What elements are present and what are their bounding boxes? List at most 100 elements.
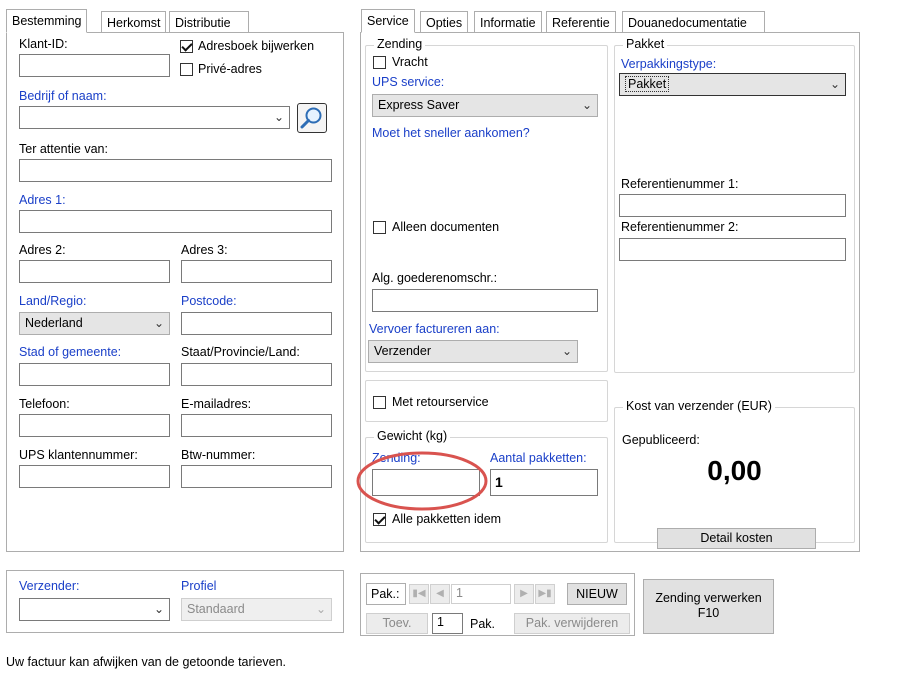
chevron-down-icon: ⌄: [315, 602, 326, 616]
profiel-label: Profiel: [181, 579, 217, 593]
bedrijf-label: Bedrijf of naam:: [19, 89, 107, 103]
bedrijf-combo[interactable]: ⌄: [19, 106, 290, 129]
email-input[interactable]: [181, 414, 332, 437]
verpakkingstype-value: Pakket: [625, 76, 670, 92]
ups-klantennummer-input[interactable]: [19, 465, 170, 488]
postcode-input[interactable]: [181, 312, 332, 335]
alleen-documenten-checkbox[interactable]: [373, 221, 386, 234]
last-page-icon[interactable]: ▶▮: [535, 584, 555, 604]
alle-pakketten-idem-checkbox[interactable]: [373, 513, 386, 526]
gewicht-group-title: Gewicht (kg): [374, 429, 451, 444]
zending-verwerken-shortcut: F10: [697, 606, 720, 620]
prive-adres-label: Privé-adres: [198, 62, 262, 76]
land-value: Nederland: [25, 316, 83, 330]
klant-id-input[interactable]: [19, 54, 170, 77]
first-page-icon[interactable]: ▮◀: [409, 584, 429, 604]
telefoon-input[interactable]: [19, 414, 170, 437]
land-select[interactable]: Nederland ⌄: [19, 312, 170, 335]
cost-amount: 0,00: [707, 455, 762, 486]
highlight-circle: [356, 451, 488, 511]
goederen-input[interactable]: [372, 289, 598, 312]
ref1-input[interactable]: [619, 194, 846, 217]
vervoer-value: Verzender: [374, 344, 431, 358]
pak-number-input[interactable]: 1: [451, 584, 511, 604]
goederen-label: Alg. goederenomschr.:: [372, 271, 498, 285]
ups-service-value: Express Saver: [378, 98, 460, 112]
next-icon[interactable]: ▶: [514, 584, 534, 604]
adres3-input[interactable]: [181, 260, 332, 283]
btw-input[interactable]: [181, 465, 332, 488]
pak-verwijderen-button[interactable]: Pak. verwijderen: [514, 613, 630, 634]
zending-group-title: Zending: [374, 37, 426, 52]
profiel-value: Standaard: [187, 602, 245, 616]
vervoer-select[interactable]: Verzender ⌄: [368, 340, 578, 363]
stad-label: Stad of gemeente:: [19, 345, 122, 359]
zending-verwerken-label: Zending verwerken: [655, 591, 762, 605]
zending-verwerken-button[interactable]: Zending verwerken F10: [643, 579, 774, 634]
ups-service-label: UPS service:: [372, 75, 445, 89]
retourservice-label: Met retourservice: [392, 395, 489, 409]
nieuw-button[interactable]: NIEUW: [567, 583, 627, 605]
tab-informatie[interactable]: Informatie: [474, 11, 542, 33]
chevron-down-icon: ⌄: [153, 602, 164, 616]
klant-id-label: Klant-ID:: [19, 37, 68, 51]
alle-pakketten-idem-label: Alle pakketten idem: [392, 512, 502, 526]
kost-group-title: Kost van verzender (EUR): [623, 399, 775, 414]
ref1-label: Referentienummer 1:: [621, 177, 739, 191]
stad-input[interactable]: [19, 363, 170, 386]
vracht-checkbox[interactable]: [373, 56, 386, 69]
land-label: Land/Regio:: [19, 294, 87, 308]
tab-herkomst[interactable]: Herkomst: [101, 11, 167, 33]
alleen-documenten-label: Alleen documenten: [392, 220, 500, 234]
verpakkingstype-label: Verpakkingstype:: [621, 57, 717, 71]
vervoer-label: Vervoer factureren aan:: [369, 322, 500, 336]
tab-service[interactable]: Service: [361, 9, 415, 33]
adresboek-checkbox[interactable]: [180, 40, 193, 53]
pak-label-box: Pak.:: [366, 583, 406, 605]
adres2-input[interactable]: [19, 260, 170, 283]
attentie-label: Ter attentie van:: [19, 142, 108, 156]
tab-douanedocumentatie[interactable]: Douanedocumentatie: [622, 11, 765, 33]
ups-klantennummer-label: UPS klantennummer:: [19, 448, 138, 462]
pak-count-input[interactable]: 1: [432, 613, 463, 634]
btw-label: Btw-nummer:: [181, 448, 256, 462]
adres1-input[interactable]: [19, 210, 332, 233]
staat-input[interactable]: [181, 363, 332, 386]
prive-adres-checkbox[interactable]: [180, 63, 193, 76]
gepubliceerd-label: Gepubliceerd:: [622, 433, 700, 447]
telefoon-label: Telefoon:: [19, 397, 70, 411]
profiel-select[interactable]: Standaard ⌄: [181, 598, 332, 621]
toev-button[interactable]: Toev.: [366, 613, 428, 634]
chevron-down-icon: ⌄: [153, 316, 164, 330]
verpakkingstype-select[interactable]: Pakket ⌄: [619, 73, 846, 96]
chevron-down-icon: ⌄: [561, 344, 572, 358]
footer-note: Uw factuur kan afwijken van de getoonde …: [6, 655, 287, 669]
chevron-down-icon: ⌄: [829, 77, 840, 91]
prev-icon[interactable]: ◀: [430, 584, 450, 604]
chevron-down-icon: ⌄: [273, 110, 284, 124]
search-button[interactable]: [297, 103, 327, 133]
aantal-pakketten-label: Aantal pakketten:: [490, 451, 587, 465]
ref2-input[interactable]: [619, 238, 846, 261]
adres1-label: Adres 1:: [19, 193, 66, 207]
verzender-label: Verzender:: [19, 579, 80, 593]
tab-distributie[interactable]: Distributie: [169, 11, 249, 33]
verzender-select[interactable]: ⌄: [19, 598, 170, 621]
staat-label: Staat/Provincie/Land:: [181, 345, 300, 359]
vracht-label: Vracht: [392, 55, 428, 69]
adres2-label: Adres 2:: [19, 243, 66, 257]
adresboek-label: Adresboek bijwerken: [198, 39, 315, 53]
retourservice-checkbox[interactable]: [373, 396, 386, 409]
attentie-input[interactable]: [19, 159, 332, 182]
email-label: E-mailadres:: [181, 397, 252, 411]
tab-opties[interactable]: Opties: [420, 11, 469, 33]
tab-bestemming[interactable]: Bestemming: [6, 9, 88, 33]
ref2-label: Referentienummer 2:: [621, 220, 739, 234]
detail-kosten-button[interactable]: Detail kosten: [657, 528, 816, 549]
magnifier-icon: [300, 107, 322, 129]
sneller-link[interactable]: Moet het sneller aankomen?: [372, 126, 530, 141]
tab-referentie[interactable]: Referentie: [546, 11, 616, 33]
aantal-pakketten-input[interactable]: 1: [490, 469, 598, 496]
pakket-group-title: Pakket: [623, 37, 668, 52]
ups-service-select[interactable]: Express Saver ⌄: [372, 94, 598, 117]
